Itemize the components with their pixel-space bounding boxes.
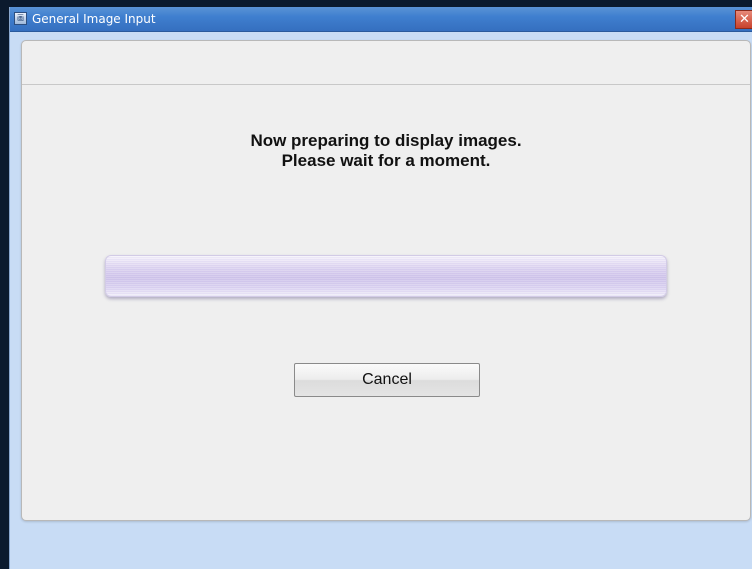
app-icon: 画 bbox=[14, 12, 27, 25]
window-title: General Image Input bbox=[32, 12, 156, 26]
progress-bar-fill bbox=[106, 256, 666, 296]
status-message-line2: Please wait for a moment. bbox=[281, 151, 491, 170]
progress-bar bbox=[105, 255, 667, 297]
status-message-line1: Now preparing to display images. bbox=[250, 131, 522, 150]
close-button[interactable]: ✕ bbox=[735, 10, 752, 29]
status-message: Now preparing to display images. Please … bbox=[22, 131, 750, 171]
close-icon: ✕ bbox=[739, 12, 750, 27]
dialog-window: 画 General Image Input ✕ Now preparing to… bbox=[9, 7, 752, 569]
content-panel: Now preparing to display images. Please … bbox=[21, 40, 751, 521]
panel-divider bbox=[22, 84, 750, 85]
cancel-button[interactable]: Cancel bbox=[294, 363, 480, 397]
title-bar[interactable]: 画 General Image Input ✕ bbox=[10, 7, 752, 32]
